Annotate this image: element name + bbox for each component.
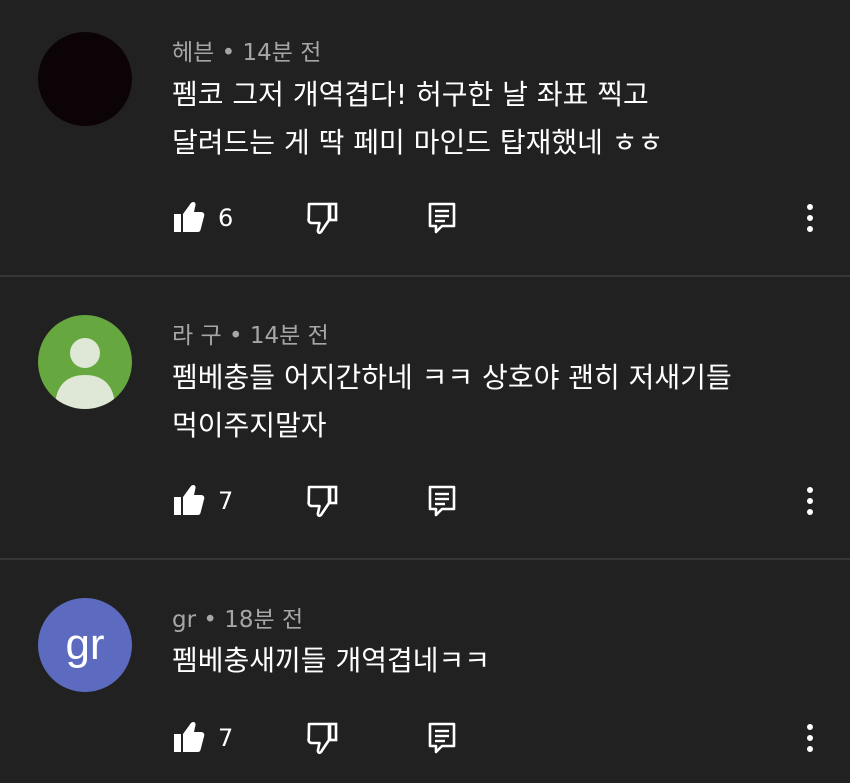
comment-actions: 7: [0, 720, 850, 760]
thumbs-up-icon[interactable]: [173, 483, 205, 519]
comment-item: gr gr • 18분 전 펨베충새끼들 개역겹네ㅋㅋ 7: [0, 560, 850, 783]
author-name[interactable]: gr: [172, 607, 196, 633]
like-count: 7: [218, 724, 234, 752]
comment-item: 라 구 • 14분 전 펨베충들 어지간하네 ㅋㅋ 상호야 괜히 저새기들 먹이…: [0, 277, 850, 558]
avatar[interactable]: [38, 315, 132, 409]
avatar[interactable]: [38, 32, 132, 126]
author-name[interactable]: 라 구: [172, 323, 222, 349]
comment-actions: 6: [0, 200, 850, 240]
like-count: 7: [218, 487, 234, 515]
comment-time: 14분 전: [242, 40, 322, 66]
comment-text: 펨코 그저 개역겹다! 허구한 날 좌표 찍고 달려드는 게 딱 페미 마인드 …: [172, 71, 812, 167]
comment-time: 14분 전: [249, 323, 329, 349]
comment-text-line: 펨코 그저 개역겹다! 허구한 날 좌표 찍고: [172, 78, 649, 111]
meta-separator: •: [221, 40, 236, 66]
comment-meta: 라 구 • 14분 전: [172, 316, 329, 350]
thumbs-down-icon[interactable]: [306, 200, 338, 236]
default-person-icon: [55, 338, 115, 409]
reply-icon[interactable]: [428, 720, 456, 756]
avatar[interactable]: gr: [38, 598, 132, 692]
reply-icon[interactable]: [428, 483, 456, 519]
thumbs-down-icon[interactable]: [306, 483, 338, 519]
thumbs-up-icon[interactable]: [173, 200, 205, 236]
more-vertical-icon[interactable]: [800, 483, 820, 519]
author-name[interactable]: 헤븐: [172, 40, 214, 66]
more-vertical-icon[interactable]: [800, 720, 820, 756]
thumbs-up-icon[interactable]: [173, 720, 205, 756]
thumbs-down-icon[interactable]: [306, 720, 338, 756]
comment-meta: 헤븐 • 14분 전: [172, 33, 321, 67]
comment-time: 18분 전: [224, 607, 304, 633]
meta-separator: •: [228, 323, 243, 349]
comment-actions: 7: [0, 483, 850, 523]
reply-icon[interactable]: [428, 200, 456, 236]
comment-text-line: 펨베충들 어지간하네 ㅋㅋ 상호야 괜히 저새기들: [172, 361, 732, 394]
meta-separator: •: [203, 607, 217, 633]
comment-meta: gr • 18분 전: [172, 600, 303, 634]
comment-text: 펨베충새끼들 개역겹네ㅋㅋ: [172, 637, 812, 685]
more-vertical-icon[interactable]: [800, 200, 820, 236]
avatar-initials: gr: [65, 620, 105, 669]
like-count: 6: [218, 204, 234, 232]
comment-item: 헤븐 • 14분 전 펨코 그저 개역겹다! 허구한 날 좌표 찍고 달려드는 …: [0, 0, 850, 275]
comment-text-line: 달려드는 게 딱 페미 마인드 탑재했네 ㅎㅎ: [172, 126, 664, 159]
comment-text-line: 펨베충새끼들 개역겹네ㅋㅋ: [172, 644, 491, 677]
comment-text-line: 먹이주지말자: [172, 409, 327, 442]
comment-text: 펨베충들 어지간하네 ㅋㅋ 상호야 괜히 저새기들 먹이주지말자: [172, 354, 812, 450]
